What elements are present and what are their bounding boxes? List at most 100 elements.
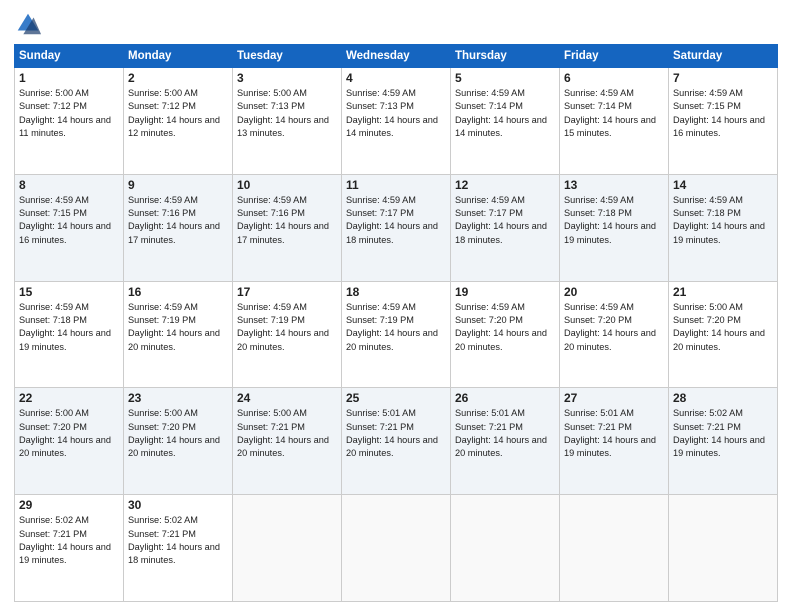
cell-info: Sunrise: 5:02 AMSunset: 7:21 PMDaylight:…: [19, 514, 119, 567]
calendar-cell: 10 Sunrise: 4:59 AMSunset: 7:16 PMDayligh…: [233, 174, 342, 281]
cell-info: Sunrise: 4:59 AMSunset: 7:20 PMDaylight:…: [455, 301, 555, 354]
calendar-cell: 25 Sunrise: 5:01 AMSunset: 7:21 PMDayligh…: [342, 388, 451, 495]
cell-info: Sunrise: 4:59 AMSunset: 7:19 PMDaylight:…: [346, 301, 446, 354]
day-number: 3: [237, 71, 337, 85]
calendar-cell: 1Sunrise: 5:00 AMSunset: 7:12 PMDaylight…: [15, 68, 124, 175]
col-header-tuesday: Tuesday: [233, 45, 342, 68]
cell-info: Sunrise: 5:00 AMSunset: 7:20 PMDaylight:…: [19, 407, 119, 460]
cell-info: Sunrise: 5:01 AMSunset: 7:21 PMDaylight:…: [455, 407, 555, 460]
day-number: 16: [128, 285, 228, 299]
calendar-table: SundayMondayTuesdayWednesdayThursdayFrid…: [14, 44, 778, 602]
day-number: 25: [346, 391, 446, 405]
cell-info: Sunrise: 5:00 AMSunset: 7:21 PMDaylight:…: [237, 407, 337, 460]
calendar-cell: 30 Sunrise: 5:02 AMSunset: 7:21 PMDayligh…: [124, 495, 233, 602]
day-number: 6: [564, 71, 664, 85]
calendar-week-row: 1 Sunrise: 5:00 AMSunset: 7:12 PMDaylight…: [15, 68, 778, 175]
cell-info: Sunrise: 5:02 AMSunset: 7:21 PMDaylight:…: [673, 407, 773, 460]
day-number: 12: [455, 178, 555, 192]
day-number: 20: [564, 285, 664, 299]
calendar-cell: 7 Sunrise: 4:59 AMSunset: 7:15 PMDaylight…: [669, 68, 778, 175]
calendar-cell: 16 Sunrise: 4:59 AMSunset: 7:19 PMDayligh…: [124, 281, 233, 388]
cell-info: Sunrise: 4:59 AMSunset: 7:13 PMDaylight:…: [346, 87, 446, 140]
day-number: 24: [237, 391, 337, 405]
cell-info: Sunrise: 4:59 AMSunset: 7:14 PMDaylight:…: [564, 87, 664, 140]
cell-info: Sunrise: 5:00 AMSunset: 7:20 PMDaylight:…: [673, 301, 773, 354]
cell-info: Sunrise: 5:02 AMSunset: 7:21 PMDaylight:…: [128, 514, 228, 567]
col-header-sunday: Sunday: [15, 45, 124, 68]
calendar-cell: [342, 495, 451, 602]
calendar-cell: 5 Sunrise: 4:59 AMSunset: 7:14 PMDaylight…: [451, 68, 560, 175]
cell-info: Sunrise: 4:59 AMSunset: 7:20 PMDaylight:…: [564, 301, 664, 354]
day-number: 2: [128, 71, 228, 85]
day-number: 18: [346, 285, 446, 299]
day-number: 22: [19, 391, 119, 405]
cell-info: Sunrise: 4:59 AMSunset: 7:17 PMDaylight:…: [455, 194, 555, 247]
calendar-cell: 19 Sunrise: 4:59 AMSunset: 7:20 PMDayligh…: [451, 281, 560, 388]
calendar-cell: 4 Sunrise: 4:59 AMSunset: 7:13 PMDaylight…: [342, 68, 451, 175]
calendar-cell: 8 Sunrise: 4:59 AMSunset: 7:15 PMDaylight…: [15, 174, 124, 281]
day-number: 4: [346, 71, 446, 85]
cell-info: Sunrise: 4:59 AMSunset: 7:19 PMDaylight:…: [237, 301, 337, 354]
calendar-header-row: SundayMondayTuesdayWednesdayThursdayFrid…: [15, 45, 778, 68]
day-number: 30: [128, 498, 228, 512]
day-number: 27: [564, 391, 664, 405]
cell-info: Sunrise: 5:01 AMSunset: 7:21 PMDaylight:…: [564, 407, 664, 460]
day-number: 1: [19, 71, 119, 85]
logo: [14, 10, 46, 38]
col-header-saturday: Saturday: [669, 45, 778, 68]
day-number: 11: [346, 178, 446, 192]
calendar-cell: 9 Sunrise: 4:59 AMSunset: 7:16 PMDaylight…: [124, 174, 233, 281]
cell-info: Sunrise: 4:59 AMSunset: 7:14 PMDaylight:…: [455, 87, 555, 140]
calendar-cell: 6 Sunrise: 4:59 AMSunset: 7:14 PMDaylight…: [560, 68, 669, 175]
cell-info: Sunrise: 4:59 AMSunset: 7:16 PMDaylight:…: [128, 194, 228, 247]
cell-info: Sunrise: 4:59 AMSunset: 7:18 PMDaylight:…: [673, 194, 773, 247]
cell-info: Sunrise: 4:59 AMSunset: 7:18 PMDaylight:…: [564, 194, 664, 247]
calendar-cell: 24 Sunrise: 5:00 AMSunset: 7:21 PMDayligh…: [233, 388, 342, 495]
calendar-cell: 11Sunrise: 4:59 AMSunset: 7:17 PMDayligh…: [342, 174, 451, 281]
logo-icon: [14, 10, 42, 38]
calendar-week-row: 29 Sunrise: 5:02 AMSunset: 7:21 PMDayligh…: [15, 495, 778, 602]
calendar-cell: 26 Sunrise: 5:01 AMSunset: 7:21 PMDayligh…: [451, 388, 560, 495]
day-number: 14: [673, 178, 773, 192]
calendar-week-row: 15Sunrise: 4:59 AMSunset: 7:18 PMDayligh…: [15, 281, 778, 388]
day-number: 23: [128, 391, 228, 405]
day-number: 21: [673, 285, 773, 299]
calendar-cell: [233, 495, 342, 602]
col-header-friday: Friday: [560, 45, 669, 68]
calendar-cell: 13 Sunrise: 4:59 AMSunset: 7:18 PMDayligh…: [560, 174, 669, 281]
cell-info: Sunrise: 4:59 AMSunset: 7:15 PMDaylight:…: [19, 194, 119, 247]
cell-info: Sunrise: 4:59 AMSunset: 7:16 PMDaylight:…: [237, 194, 337, 247]
cell-info: Sunrise: 5:00 AMSunset: 7:12 PMDaylight:…: [128, 87, 228, 140]
day-number: 19: [455, 285, 555, 299]
cell-info: Sunrise: 4:59 AMSunset: 7:19 PMDaylight:…: [128, 301, 228, 354]
calendar-cell: 18 Sunrise: 4:59 AMSunset: 7:19 PMDayligh…: [342, 281, 451, 388]
calendar-cell: 2 Sunrise: 5:00 AMSunset: 7:12 PMDaylight…: [124, 68, 233, 175]
day-number: 29: [19, 498, 119, 512]
header: [14, 10, 778, 38]
calendar-cell: 15Sunrise: 4:59 AMSunset: 7:18 PMDayligh…: [15, 281, 124, 388]
calendar-cell: [560, 495, 669, 602]
calendar-cell: 29 Sunrise: 5:02 AMSunset: 7:21 PMDayligh…: [15, 495, 124, 602]
day-number: 17: [237, 285, 337, 299]
col-header-wednesday: Wednesday: [342, 45, 451, 68]
calendar-cell: [669, 495, 778, 602]
day-number: 10: [237, 178, 337, 192]
calendar-cell: [451, 495, 560, 602]
calendar-cell: 22 Sunrise: 5:00 AMSunset: 7:20 PMDayligh…: [15, 388, 124, 495]
day-number: 8: [19, 178, 119, 192]
calendar-week-row: 22 Sunrise: 5:00 AMSunset: 7:20 PMDayligh…: [15, 388, 778, 495]
day-number: 15: [19, 285, 119, 299]
calendar-cell: 28 Sunrise: 5:02 AMSunset: 7:21 PMDayligh…: [669, 388, 778, 495]
day-number: 9: [128, 178, 228, 192]
day-number: 28: [673, 391, 773, 405]
calendar-cell: 12 Sunrise: 4:59 AMSunset: 7:17 PMDayligh…: [451, 174, 560, 281]
day-number: 26: [455, 391, 555, 405]
day-number: 5: [455, 71, 555, 85]
day-number: 13: [564, 178, 664, 192]
calendar-week-row: 8 Sunrise: 4:59 AMSunset: 7:15 PMDaylight…: [15, 174, 778, 281]
calendar-cell: 27 Sunrise: 5:01 AMSunset: 7:21 PMDayligh…: [560, 388, 669, 495]
cell-info: Sunrise: 5:01 AMSunset: 7:21 PMDaylight:…: [346, 407, 446, 460]
col-header-thursday: Thursday: [451, 45, 560, 68]
day-number: 7: [673, 71, 773, 85]
cell-info: Sunrise: 4:59 AMSunset: 7:15 PMDaylight:…: [673, 87, 773, 140]
